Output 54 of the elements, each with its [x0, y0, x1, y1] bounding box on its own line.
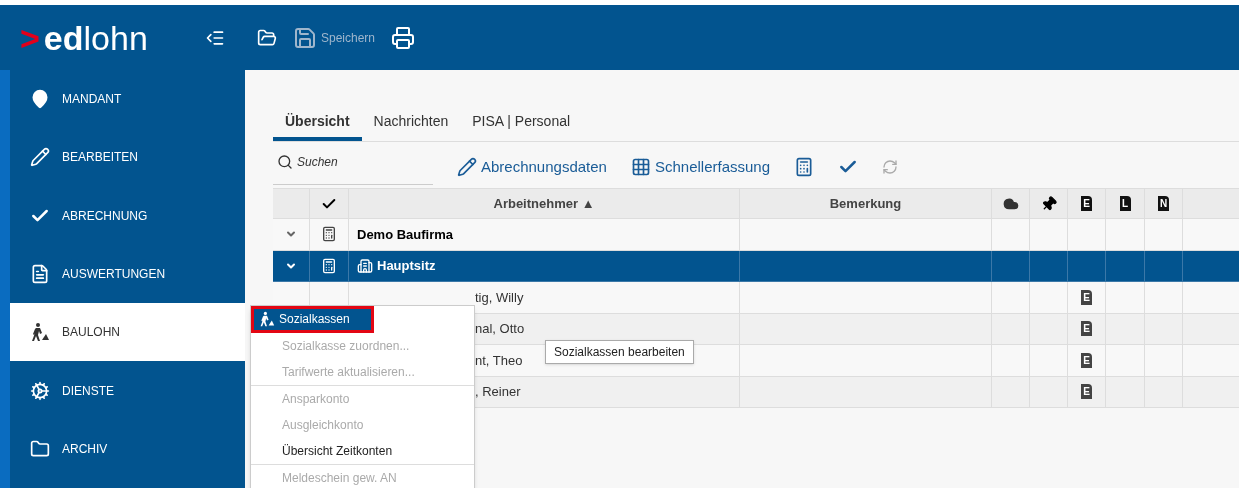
document-letter-icon: E	[1081, 289, 1092, 305]
menu-item[interactable]: Sozialkassen	[251, 306, 374, 333]
building-icon	[357, 257, 373, 274]
table-row[interactable]: Demo Baufirma	[273, 219, 1239, 251]
open-button[interactable]	[257, 27, 277, 48]
pencil-icon	[457, 157, 477, 177]
sidebar-item[interactable]: MANDANT	[10, 70, 245, 129]
document-letter-icon: E	[1081, 352, 1092, 368]
calc-button[interactable]	[794, 157, 814, 177]
tab[interactable]: Nachrichten	[361, 111, 461, 141]
employee-name: tig, Willy	[475, 288, 524, 307]
document-letter-icon: L	[1119, 196, 1131, 211]
sidebar-item[interactable]: ARCHIV	[10, 419, 245, 479]
column-header[interactable]: Arbeitnehmer ▲	[493, 193, 595, 214]
employee-name: nt, Theo	[475, 351, 523, 370]
worker-icon	[30, 322, 50, 343]
print-button[interactable]	[391, 25, 416, 50]
sidebar-item[interactable]: BAULOHN	[10, 303, 245, 362]
employee-name: Demo Baufirma	[357, 225, 454, 244]
calculator-icon	[321, 226, 337, 243]
worker-icon	[259, 311, 275, 328]
employee-name: , Reiner	[475, 383, 521, 401]
printer-icon	[391, 25, 416, 50]
tab[interactable]: Übersicht	[273, 111, 362, 141]
logo: >edlohn	[20, 20, 148, 55]
document-letter-icon: E	[1081, 384, 1092, 400]
selected-row[interactable]: Hauptsitz	[273, 250, 1239, 282]
save-icon	[293, 25, 317, 50]
sidebar-item[interactable]: BEARBEITEN	[10, 128, 245, 187]
calculator-icon	[794, 157, 814, 177]
document-letter-icon: N	[1158, 196, 1169, 211]
sync-icon	[882, 159, 898, 175]
employee-name: nal, Otto	[475, 320, 525, 338]
tooltip: Sozialkassen bearbeiten	[545, 340, 694, 364]
column-header[interactable]: Bemerkung	[829, 193, 902, 214]
tab[interactable]: PISA | Personal	[460, 111, 583, 141]
sidebar-item[interactable]: ABRECHNUNG	[10, 186, 245, 245]
pencil-icon	[30, 147, 50, 168]
document-letter-icon: E	[1081, 321, 1092, 337]
employee-name: Hauptsitz	[377, 257, 436, 275]
sidebar-item[interactable]: DIENSTE	[10, 361, 245, 420]
folder-icon	[30, 438, 50, 459]
document-letter-icon: E	[1081, 196, 1092, 211]
folder-icon	[257, 27, 277, 48]
toolbar-button[interactable]: Abrechnungsdaten	[457, 155, 607, 179]
map-pin-icon	[30, 89, 50, 110]
grid-icon	[630, 157, 651, 177]
menu-item[interactable]: Übersicht Zeitkonten	[251, 438, 474, 465]
document-icon	[30, 264, 50, 285]
search-field[interactable]: Suchen	[273, 152, 433, 185]
search-icon	[277, 154, 293, 171]
sidebar-item[interactable]: AUSWERTUNGEN	[10, 244, 245, 304]
toolbar-button[interactable]: Schnellerfassung	[630, 155, 770, 179]
calculator-icon	[321, 257, 337, 274]
